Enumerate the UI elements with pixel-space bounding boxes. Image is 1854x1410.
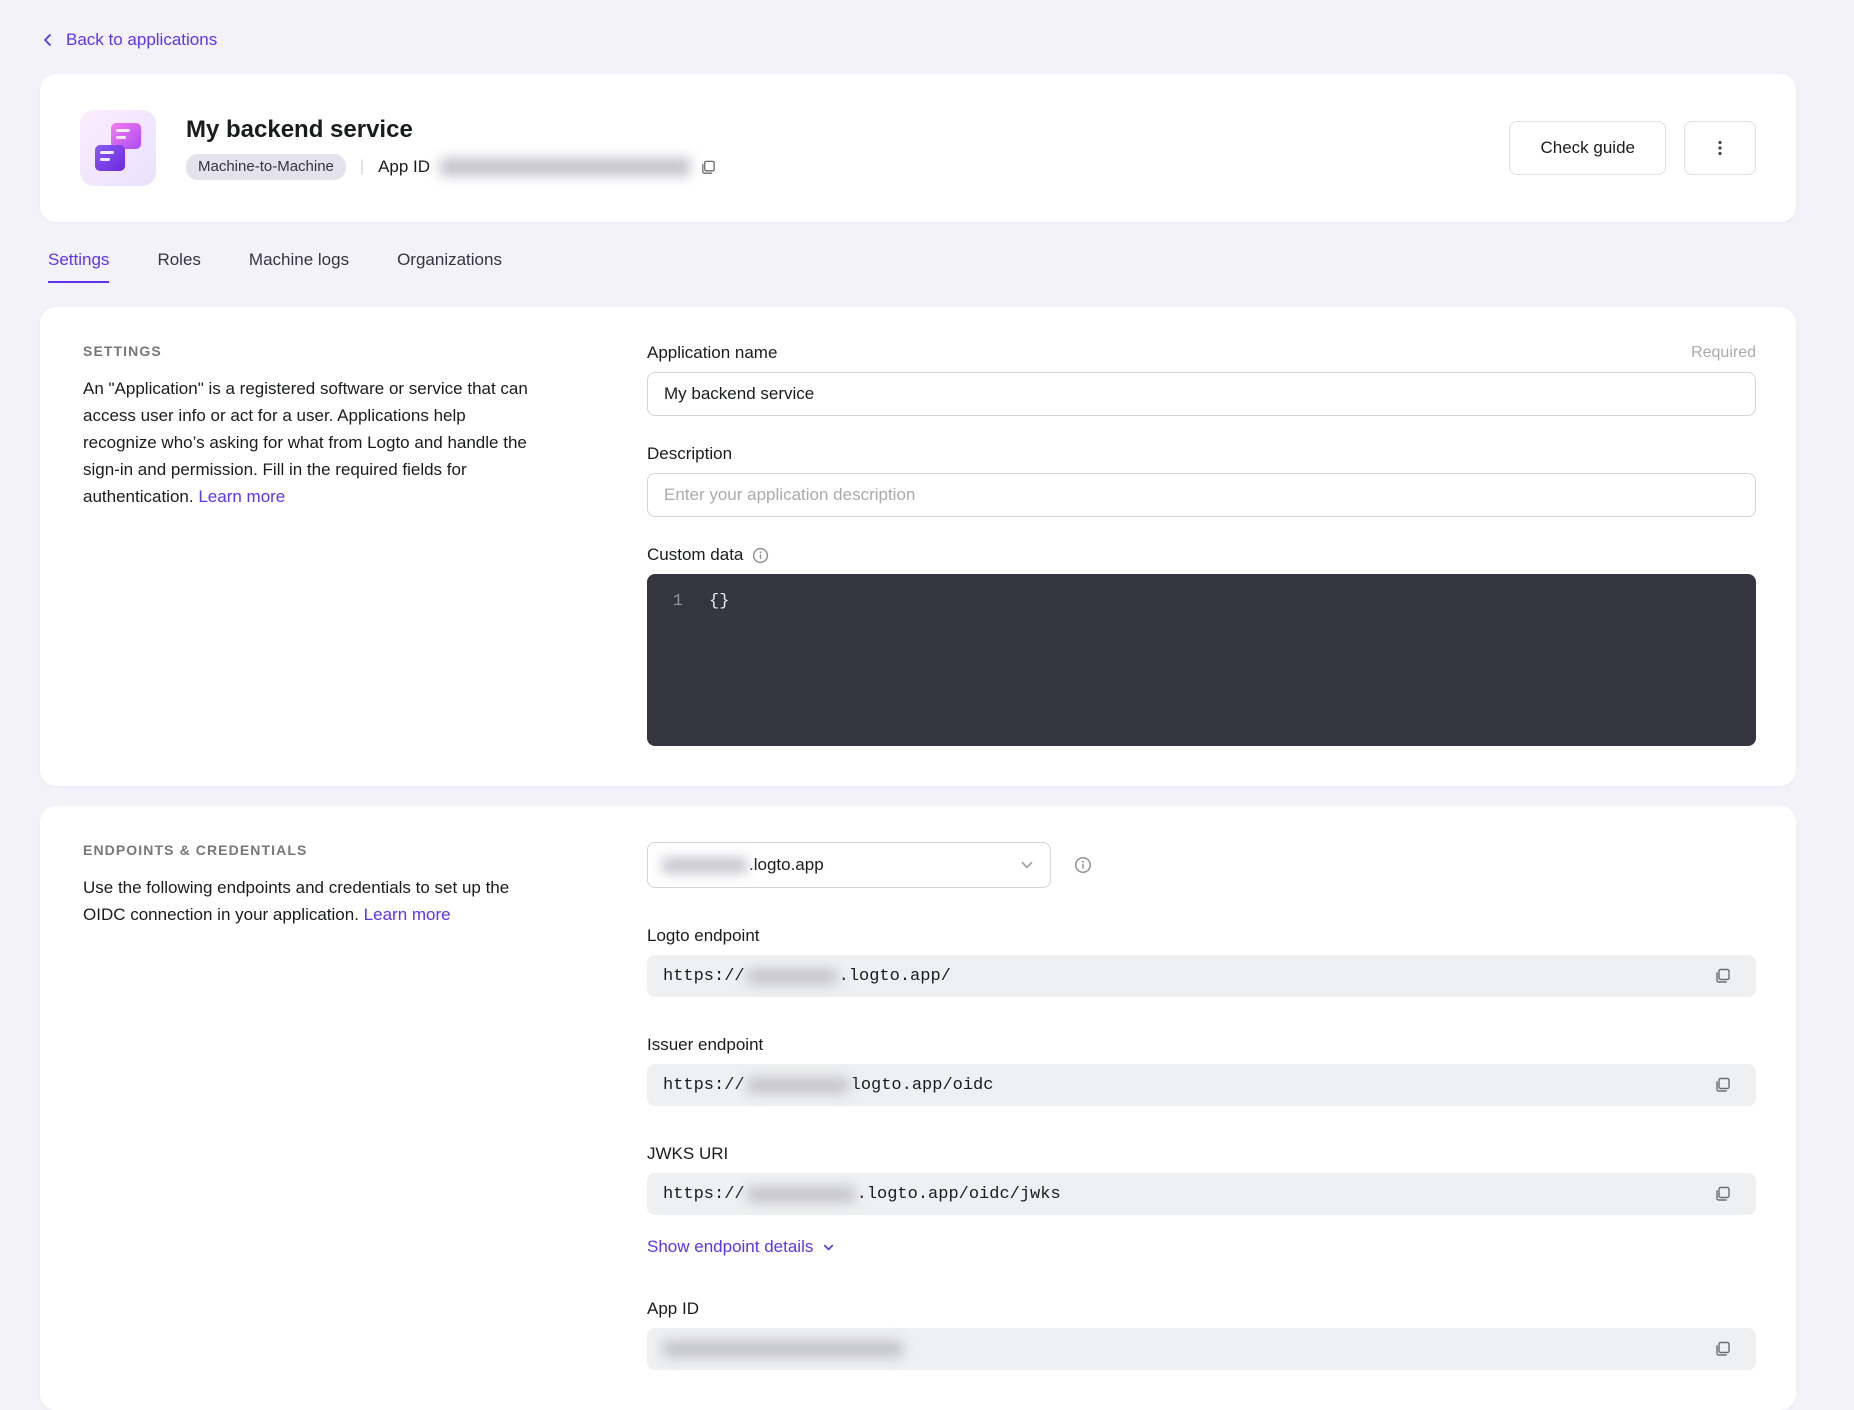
copy-logto-endpoint-button[interactable] [1712,965,1734,987]
meta-divider: | [360,158,364,176]
tenant-domain-suffix: .logto.app [749,855,824,875]
chevron-down-icon [821,1240,836,1255]
settings-description-text: An "Application" is a registered softwar… [83,379,528,506]
tenant-id-redacted [662,858,747,873]
tab-roles[interactable]: Roles [157,250,200,283]
url-prefix: https:// [663,1185,745,1204]
endpoints-section-description: Use the following endpoints and credenti… [83,874,543,928]
check-guide-button[interactable]: Check guide [1509,121,1666,175]
url-suffix: logto.app/oidc [851,1076,994,1095]
issuer-endpoint-label: Issuer endpoint [647,1035,763,1055]
application-name-label: Application name [647,343,777,363]
app-id-group: App ID [647,1299,1756,1370]
show-endpoint-details-link[interactable]: Show endpoint details [647,1237,836,1257]
logto-endpoint-label: Logto endpoint [647,926,760,946]
copy-icon [1714,1076,1732,1094]
kebab-menu-icon [1711,139,1729,157]
tenant-domain-row: .logto.app [647,842,1756,888]
copy-jwks-uri-button[interactable] [1712,1183,1734,1205]
copy-icon [1714,1340,1732,1358]
redacted-tenant-id [747,1078,849,1093]
tab-settings[interactable]: Settings [48,250,109,283]
url-suffix: .logto.app/oidc/jwks [857,1185,1061,1204]
settings-learn-more-link[interactable]: Learn more [198,487,285,506]
endpoints-learn-more-link[interactable]: Learn more [364,905,451,924]
tab-organizations[interactable]: Organizations [397,250,502,283]
endpoints-form: .logto.app Logto endpoint https:// .logto… [647,842,1756,1370]
url-prefix: https:// [663,1076,745,1095]
tab-machine-logs[interactable]: Machine logs [249,250,349,283]
line-number: 1 [667,590,683,614]
logto-endpoint-field: https:// .logto.app/ [647,955,1756,997]
description-label: Description [647,444,732,464]
issuer-endpoint-group: Issuer endpoint https:// logto.app/oidc [647,1035,1756,1106]
back-to-applications-link[interactable]: Back to applications [40,30,217,50]
issuer-endpoint-field: https:// logto.app/oidc [647,1064,1756,1106]
application-meta-row: Machine-to-Machine | App ID [186,154,719,180]
app-id-field [647,1328,1756,1370]
application-type-badge: Machine-to-Machine [186,154,346,180]
url-suffix: .logto.app/ [839,967,951,986]
app-id-value [663,1341,903,1357]
custom-data-info-button[interactable] [751,546,770,565]
code-content: {} [709,590,729,614]
domain-info-button[interactable] [1073,855,1093,875]
settings-section-heading: SETTINGS [83,343,543,359]
settings-section-description: An "Application" is a registered softwar… [83,375,543,510]
show-endpoint-details-label: Show endpoint details [647,1237,813,1257]
application-header-text: My backend service Machine-to-Machine | … [186,116,719,180]
app-id-field-label: App ID [647,1299,699,1319]
endpoints-section-intro: ENDPOINTS & CREDENTIALS Use the followin… [83,842,543,1370]
jwks-uri-field: https:// .logto.app/oidc/jwks [647,1173,1756,1215]
header-actions: Check guide [1509,121,1756,175]
endpoints-card: ENDPOINTS & CREDENTIALS Use the followin… [40,806,1796,1410]
application-detail-page: Back to applications [0,0,1854,1410]
jwks-uri-group: JWKS URI https:// .logto.app/oidc/jwks [647,1144,1756,1215]
description-field-group: Description [647,444,1756,517]
tenant-domain-select[interactable]: .logto.app [647,842,1051,888]
custom-data-label: Custom data [647,545,743,565]
required-hint: Required [1691,344,1756,362]
app-id-value-redacted [440,158,690,176]
copy-icon [700,159,717,176]
issuer-endpoint-value: https:// logto.app/oidc [663,1076,993,1095]
redacted-app-id [663,1341,903,1357]
copy-issuer-endpoint-button[interactable] [1712,1074,1734,1096]
copy-icon [1714,967,1732,985]
settings-card: SETTINGS An "Application" is a registere… [40,307,1796,786]
page-title: My backend service [186,116,719,144]
chevron-down-icon [1018,856,1036,874]
settings-form: Application name Required Description Cu… [647,343,1756,746]
custom-data-editor[interactable]: 1 {} [647,574,1756,746]
redacted-tenant-id [747,1187,855,1202]
settings-section-intro: SETTINGS An "Application" is a registere… [83,343,543,746]
back-link-label: Back to applications [66,30,217,50]
chevron-left-icon [40,32,56,48]
app-id-label: App ID [378,157,430,177]
description-input[interactable] [647,473,1756,517]
tab-bar: Settings Roles Machine logs Organization… [40,250,1796,283]
application-header-card: My backend service Machine-to-Machine | … [40,74,1796,222]
logto-endpoint-group: Logto endpoint https:// .logto.app/ [647,926,1756,997]
application-logo-icon [80,110,156,186]
copy-app-id-button[interactable] [698,157,719,178]
jwks-uri-label: JWKS URI [647,1144,728,1164]
copy-app-id-value-button[interactable] [1712,1338,1734,1360]
url-prefix: https:// [663,967,745,986]
jwks-uri-value: https:// .logto.app/oidc/jwks [663,1185,1061,1204]
application-name-input[interactable] [647,372,1756,416]
logto-endpoint-value: https:// .logto.app/ [663,967,951,986]
custom-data-field-group: Custom data 1 {} [647,545,1756,746]
info-icon [751,546,770,565]
copy-icon [1714,1185,1732,1203]
redacted-tenant-id [747,969,837,984]
endpoints-section-heading: ENDPOINTS & CREDENTIALS [83,842,543,858]
application-name-field-group: Application name Required [647,343,1756,416]
code-line: 1 {} [667,590,1756,614]
more-actions-button[interactable] [1684,121,1756,175]
info-icon [1073,855,1093,875]
